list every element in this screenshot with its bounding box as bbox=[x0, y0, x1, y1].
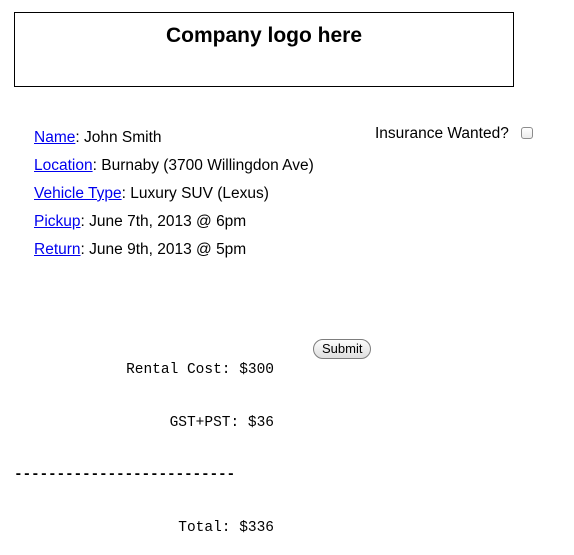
logo-placeholder-text: Company logo here bbox=[165, 24, 363, 47]
detail-separator: : bbox=[92, 157, 102, 174]
vehicle-type-link[interactable]: Vehicle Type bbox=[34, 185, 122, 202]
tax-label: GST+PST: bbox=[169, 414, 240, 431]
total-value: $336 bbox=[239, 519, 274, 536]
pickup-value: June 7th, 2013 @ 6pm bbox=[89, 213, 247, 230]
insurance-option: Insurance Wanted? bbox=[375, 124, 533, 144]
insurance-label: Insurance Wanted? bbox=[375, 125, 509, 142]
detail-separator: : bbox=[80, 213, 90, 230]
return-value: June 9th, 2013 @ 5pm bbox=[89, 241, 247, 258]
detail-row-location: Location: Burnaby (3700 Willingdon Ave) bbox=[34, 152, 314, 180]
company-logo-placeholder: Company logo here bbox=[14, 12, 514, 87]
rental-cost-value: $300 bbox=[239, 362, 274, 378]
rental-cost-line: Rental Cost: $300 bbox=[14, 362, 274, 380]
detail-row-vehicle-type: Vehicle Type: Luxury SUV (Lexus) bbox=[34, 180, 314, 208]
reservation-details: Name: John Smith Location: Burnaby (3700… bbox=[34, 124, 314, 264]
location-link[interactable]: Location bbox=[34, 157, 93, 174]
tax-value: $36 bbox=[247, 414, 274, 431]
cost-summary: Rental Cost: $300 GST+PST: $36 ---------… bbox=[14, 327, 274, 555]
detail-separator: : bbox=[121, 185, 131, 202]
detail-row-return: Return: June 9th, 2013 @ 5pm bbox=[34, 236, 314, 264]
name-value: John Smith bbox=[83, 129, 162, 146]
detail-row-name: Name: John Smith bbox=[34, 124, 314, 152]
detail-separator: : bbox=[80, 241, 90, 258]
detail-row-pickup: Pickup: June 7th, 2013 @ 6pm bbox=[34, 208, 314, 236]
pickup-link[interactable]: Pickup bbox=[34, 213, 81, 230]
tax-line: GST+PST: $36 bbox=[14, 415, 274, 433]
total-label: Total: bbox=[178, 519, 231, 536]
return-link[interactable]: Return bbox=[34, 241, 81, 258]
location-value: Burnaby (3700 Willingdon Ave) bbox=[101, 157, 314, 174]
submit-button[interactable]: Submit bbox=[313, 339, 372, 359]
vehicle-type-value: Luxury SUV (Lexus) bbox=[130, 185, 269, 202]
cost-divider: -------------------------- bbox=[14, 467, 236, 483]
detail-separator: : bbox=[75, 129, 84, 146]
rental-cost-label: Rental Cost: bbox=[126, 362, 231, 378]
total-line: Total: $336 bbox=[14, 520, 274, 538]
name-link[interactable]: Name bbox=[34, 129, 75, 146]
insurance-checkbox[interactable] bbox=[520, 127, 533, 139]
